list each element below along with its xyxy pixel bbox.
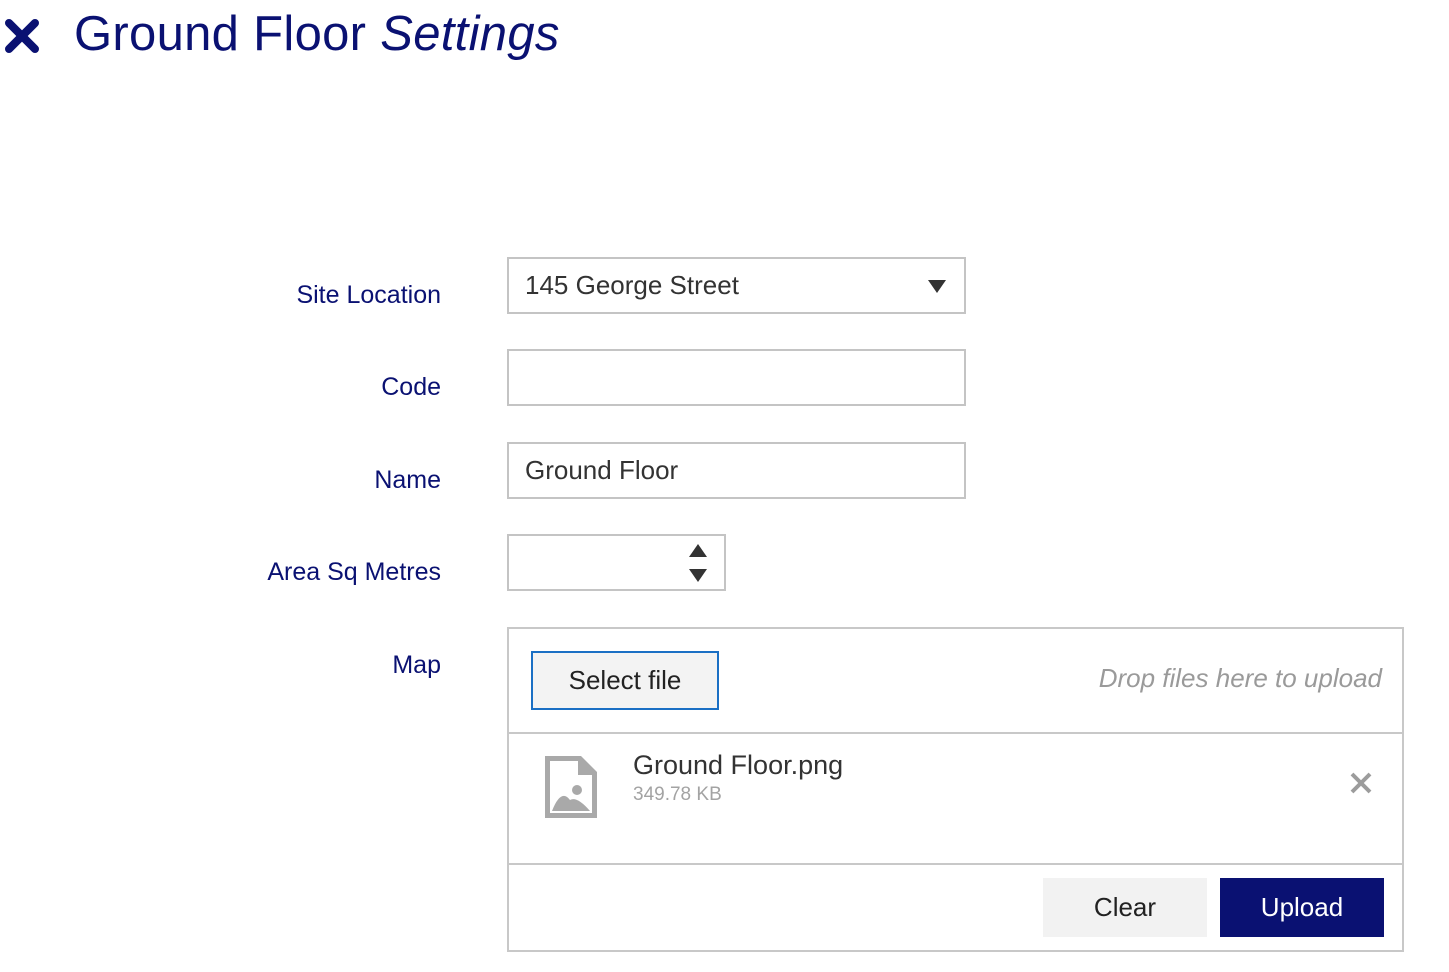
upload-actions: Clear Upload xyxy=(509,865,1402,950)
decrement-arrow-icon[interactable] xyxy=(689,569,707,582)
code-input[interactable] xyxy=(507,349,966,406)
select-file-button[interactable]: Select file xyxy=(531,651,719,710)
area-numeric-input[interactable] xyxy=(507,534,726,591)
upload-button[interactable]: Upload xyxy=(1220,878,1384,937)
remove-file-icon[interactable] xyxy=(1348,770,1374,796)
clear-button[interactable]: Clear xyxy=(1043,878,1207,937)
chevron-down-icon xyxy=(928,280,946,293)
drop-hint: Drop files here to upload xyxy=(1098,663,1382,693)
site-location-select[interactable]: 145 George Street xyxy=(507,257,966,314)
file-list-item: Ground Floor.png 349.78 KB xyxy=(509,734,1402,865)
site-location-label: Site Location xyxy=(296,281,441,309)
name-input[interactable]: Ground Floor xyxy=(507,442,966,499)
site-location-value: 145 George Street xyxy=(525,270,739,300)
area-label: Area Sq Metres xyxy=(267,558,441,586)
drop-zone[interactable]: Select file Drop files here to upload xyxy=(509,629,1402,734)
map-label: Map xyxy=(392,651,441,679)
increment-arrow-icon[interactable] xyxy=(689,544,707,557)
file-upload-widget[interactable]: Select file Drop files here to upload Gr… xyxy=(507,627,1404,952)
name-label: Name xyxy=(374,466,441,494)
file-size: 349.78 KB xyxy=(633,784,722,805)
page-title-emphasis: Settings xyxy=(380,7,560,61)
name-value: Ground Floor xyxy=(525,455,679,485)
close-icon[interactable] xyxy=(4,18,40,54)
image-file-icon xyxy=(545,756,597,818)
page-title: Ground Floor Settings xyxy=(74,6,560,62)
page-title-main: Ground Floor xyxy=(74,7,367,61)
file-name: Ground Floor.png xyxy=(633,750,844,780)
code-label: Code xyxy=(381,373,441,401)
